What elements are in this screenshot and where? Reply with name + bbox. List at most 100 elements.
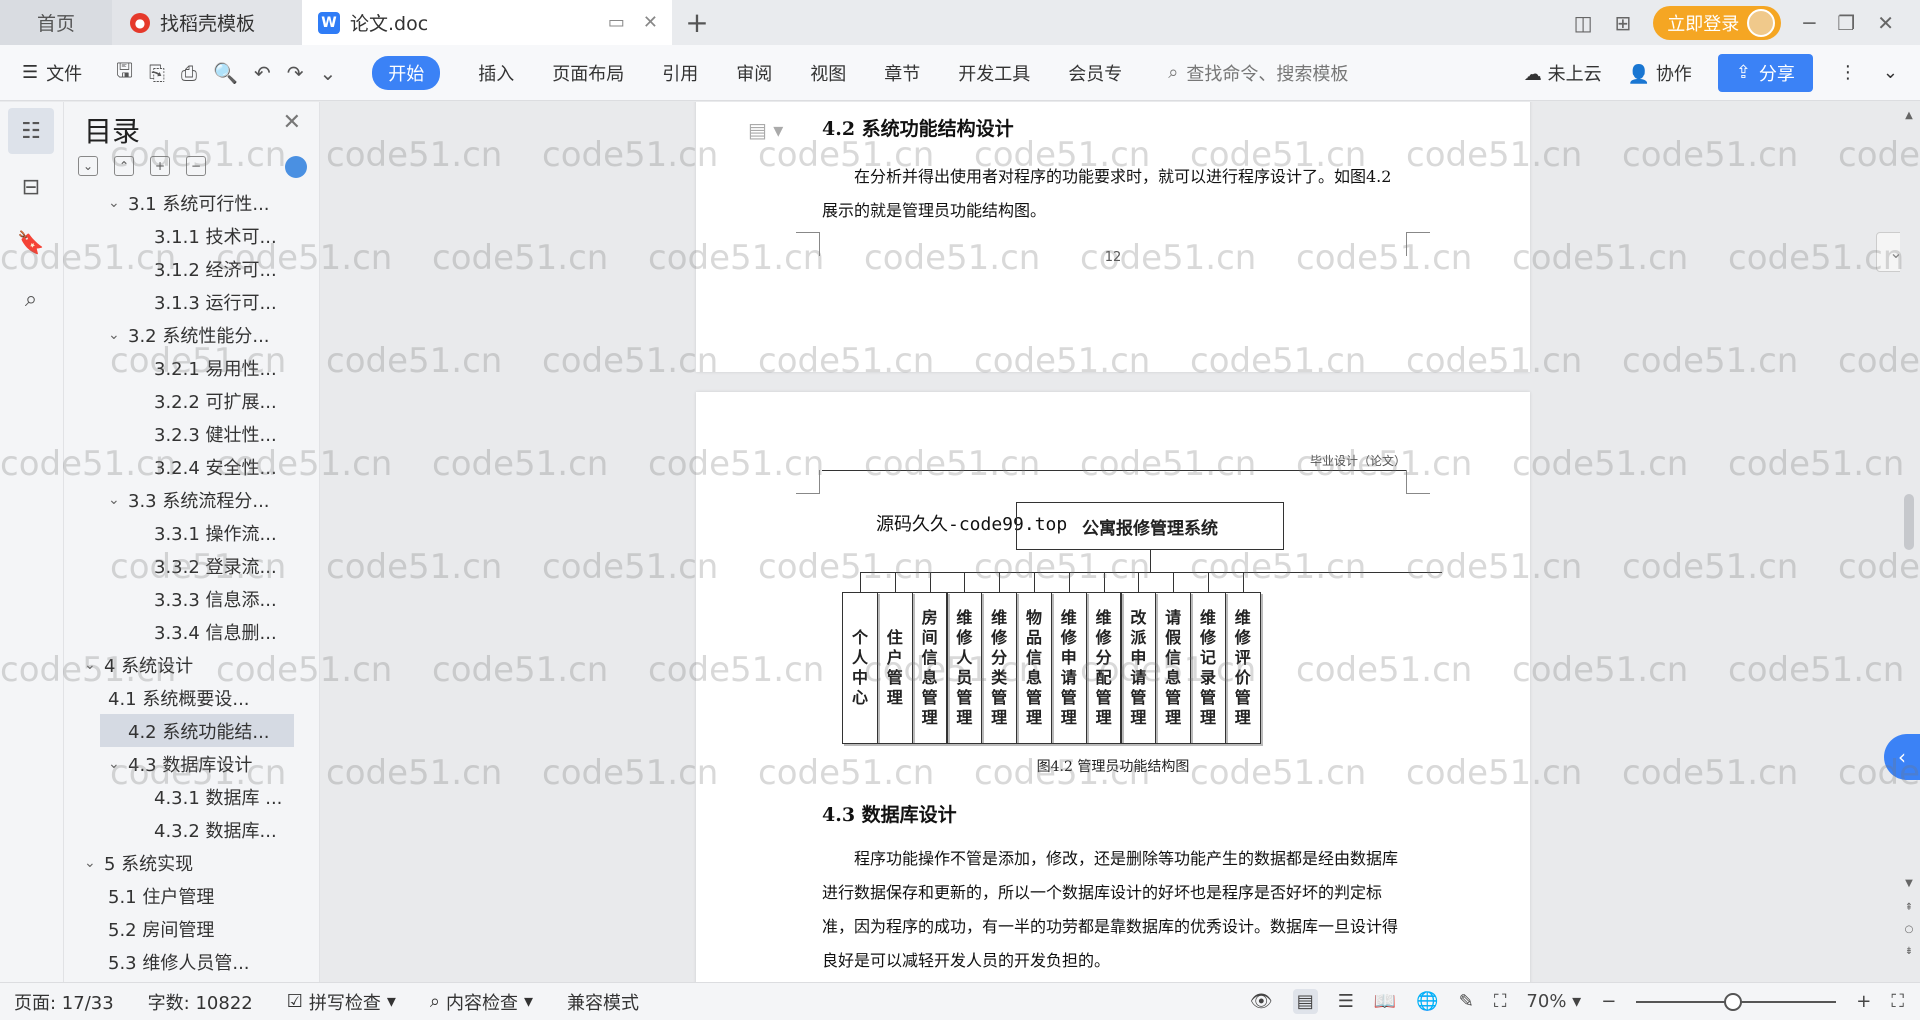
redo-icon[interactable]: ↷	[287, 61, 304, 85]
web-view-icon[interactable]: 🌐	[1416, 991, 1438, 1012]
toc-item[interactable]: 3.2.1 易用性...	[64, 351, 304, 384]
toc-item[interactable]: 5.2 房间管理	[64, 912, 304, 945]
chevron-down-icon[interactable]: ⌄	[108, 195, 128, 211]
zoom-level[interactable]: 70% ▾	[1526, 991, 1581, 1012]
toc-item[interactable]: ⌄ 3.3 系统流程分...	[64, 483, 304, 516]
toc-item[interactable]: 3.1.2 经济可...	[64, 252, 304, 285]
zoom-out-icon[interactable]: −	[1601, 991, 1616, 1012]
toc-item[interactable]: 3.3.4 信息删...	[64, 615, 304, 648]
fullscreen-icon[interactable]: ⛶	[1891, 991, 1904, 1012]
ribbon-tab-references[interactable]: 引用	[662, 60, 698, 86]
new-tab-button[interactable]: +	[672, 0, 722, 45]
ribbon-tab-member[interactable]: 会员专	[1068, 60, 1122, 86]
smart-toc-toggle[interactable]	[285, 156, 307, 178]
write-mode-icon[interactable]: ✎	[1459, 991, 1474, 1012]
page-view-icon[interactable]: ▤	[1292, 989, 1318, 1014]
toc-item[interactable]: 3.3.2 登录流...	[64, 549, 304, 582]
scroll-down-icon[interactable]: ▼	[1902, 878, 1916, 889]
toc-item[interactable]: 3.1.3 运行可...	[64, 285, 304, 318]
close-icon[interactable]: ✕	[283, 110, 301, 135]
toc-item[interactable]: ⌄ 4.3 数据库设计	[64, 747, 304, 780]
fit-page-icon[interactable]: ⛶	[1494, 991, 1507, 1012]
layout-icon[interactable]: ◫	[1574, 11, 1593, 35]
toc-item[interactable]: 3.3.1 操作流...	[64, 516, 304, 549]
apps-grid-icon[interactable]: ⊞	[1614, 11, 1631, 35]
chevron-down-icon[interactable]: ⌄	[108, 756, 128, 772]
scroll-thumb[interactable]	[1904, 494, 1914, 550]
toc-item[interactable]: 3.2.4 安全性...	[64, 450, 304, 483]
toc-item[interactable]: 4.3.1 数据库 ...	[64, 780, 304, 813]
ribbon-tab-developer[interactable]: 开发工具	[958, 60, 1030, 86]
login-button[interactable]: 立即登录	[1653, 5, 1782, 40]
chevron-down-icon[interactable]: ⌄	[84, 657, 104, 673]
remove-heading-icon[interactable]: −	[186, 156, 206, 176]
scroll-up-icon[interactable]: ▲	[1902, 110, 1916, 121]
toc-item[interactable]: 4.1 系统概要设...	[64, 681, 304, 714]
collab-button[interactable]: 👤 协作	[1628, 60, 1692, 86]
save-icon[interactable]: 🖫	[116, 56, 133, 90]
share-button[interactable]: ⇪ 分享	[1717, 53, 1813, 92]
window-mode-icon[interactable]: ▭	[608, 12, 625, 33]
toc-item[interactable]: 3.1.1 技术可...	[64, 219, 304, 252]
toc-item[interactable]: 4.2 系统功能结...	[100, 714, 294, 747]
collapse-ribbon-icon[interactable]: ⌄	[1883, 62, 1898, 83]
close-tab-icon[interactable]: ✕	[643, 12, 658, 33]
print-preview-icon[interactable]: 🔍	[213, 61, 238, 85]
ribbon-tab-home[interactable]: 开始	[372, 55, 441, 90]
ribbon-tab-view[interactable]: 视图	[810, 60, 846, 86]
print-icon[interactable]: ⎙	[181, 61, 197, 85]
bookmark-icon[interactable]: 🔖	[8, 220, 54, 266]
outline-view-icon[interactable]: ☰	[1338, 991, 1354, 1012]
chevron-down-icon[interactable]: ⌄	[108, 492, 128, 508]
paragraph-menu-icon[interactable]: ▤ ▾	[748, 118, 783, 142]
tab-home[interactable]: 首页	[0, 0, 112, 45]
toc-item[interactable]: 5.1 住户管理	[64, 879, 304, 912]
cloud-status-button[interactable]: ☁ 未上云	[1524, 60, 1602, 86]
customize-dropdown-icon[interactable]: ⌄	[319, 61, 336, 85]
zoom-in-icon[interactable]: +	[1856, 991, 1871, 1012]
ribbon-tab-insert[interactable]: 插入	[478, 60, 514, 86]
add-heading-icon[interactable]: +	[150, 156, 170, 176]
spell-check-button[interactable]: ☑ 拼写检查 ▾	[287, 989, 396, 1015]
expand-all-icon[interactable]: ⌄	[78, 156, 98, 176]
export-pdf-icon[interactable]: ⎘	[149, 61, 165, 85]
chevron-down-icon[interactable]: ⌄	[108, 327, 128, 343]
zoom-slider[interactable]	[1636, 992, 1837, 1011]
ribbon-tab-review[interactable]: 审阅	[736, 60, 772, 86]
toc-item[interactable]: 3.2.2 可扩展...	[64, 384, 304, 417]
collapse-toolbar-icon[interactable]: ⌄	[1876, 232, 1900, 272]
ribbon-tab-layout[interactable]: 页面布局	[552, 60, 624, 86]
toc-item[interactable]: 4.3.2 数据库...	[64, 813, 304, 846]
tab-template-store[interactable]: ● 找稻壳模板	[112, 0, 302, 45]
file-menu-button[interactable]: ☰ 文件	[0, 60, 104, 86]
minimize-icon[interactable]: ─	[1803, 11, 1815, 35]
page-indicator[interactable]: 页面: 17/33	[14, 989, 114, 1015]
chevron-down-icon[interactable]: ⌄	[84, 855, 104, 871]
tab-document[interactable]: W 论文.doc ▭ ✕	[302, 0, 672, 45]
toc-panel-icon[interactable]: ☷	[8, 108, 54, 154]
find-icon[interactable]: ⌕	[8, 276, 54, 322]
toc-item[interactable]: ⌄ 4 系统设计	[64, 648, 304, 681]
eye-protection-icon[interactable]: 👁	[1250, 991, 1273, 1012]
toc-item[interactable]: 3.2.3 健壮性...	[64, 417, 304, 450]
read-mode-icon[interactable]: 📖	[1374, 991, 1396, 1012]
document-scrollbar[interactable]: ▲ ▼ ⇞ ○ ⇟	[1902, 102, 1916, 982]
toc-item[interactable]: ⌄ 3.2 系统性能分...	[64, 318, 304, 351]
toc-item[interactable]: ⌄ 5 系统实现	[64, 846, 304, 879]
zoom-slider-knob[interactable]	[1724, 992, 1743, 1011]
navigation-icon[interactable]: ⊟	[8, 164, 54, 210]
select-browse-icon[interactable]: ○	[1902, 924, 1916, 935]
content-check-button[interactable]: ⌕ 内容检查 ▾	[430, 989, 533, 1015]
more-icon[interactable]: ⋮	[1839, 62, 1857, 83]
ribbon-tab-chapter[interactable]: 章节	[884, 60, 920, 86]
next-page-icon[interactable]: ⇟	[1902, 946, 1916, 957]
toc-item[interactable]: ⌄ 3.1 系统可行性...	[64, 186, 304, 219]
word-count[interactable]: 字数: 10822	[148, 989, 253, 1015]
restore-icon[interactable]: ❐	[1837, 11, 1855, 35]
undo-icon[interactable]: ↶	[254, 61, 271, 85]
toc-item[interactable]: 3.3.3 信息添...	[64, 582, 304, 615]
close-window-icon[interactable]: ✕	[1877, 11, 1894, 35]
toc-item[interactable]: 5.3 维修人员管...	[64, 945, 304, 978]
collapse-all-icon[interactable]: ⌃	[114, 156, 134, 176]
prev-page-icon[interactable]: ⇞	[1902, 902, 1916, 913]
